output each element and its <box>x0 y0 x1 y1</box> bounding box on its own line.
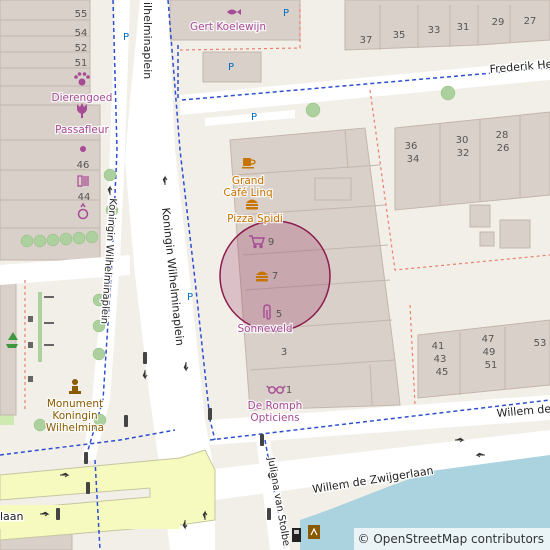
shop-dot-icon <box>80 146 86 152</box>
poi-de-romph-line1: De Romph <box>248 400 303 412</box>
house-number-7: 7 <box>272 271 278 282</box>
house-number-41: 41 <box>432 341 445 352</box>
house-number-55: 55 <box>75 9 88 20</box>
house-number-1: 1 <box>286 385 292 396</box>
poi-de-romph-line2: Opticiens <box>250 412 299 424</box>
house-number-5: 5 <box>276 309 282 320</box>
poi-passafleur: Passafleur <box>55 124 109 136</box>
house-number-51: 51 <box>75 58 88 69</box>
road-secondary-yellow-lower <box>0 505 180 529</box>
street-label-laan: laan <box>0 510 24 523</box>
house-number-9: 9 <box>268 237 274 248</box>
house-number-52: 52 <box>75 43 88 54</box>
house-number-44: 44 <box>78 192 91 203</box>
shop-dark-icon <box>308 525 320 539</box>
house-number-29: 29 <box>492 17 505 28</box>
house-number-51b: 51 <box>485 360 498 371</box>
house-number-45: 45 <box>436 367 449 378</box>
poi-monument-line3: Wilhelmina <box>46 422 104 434</box>
house-number-43: 43 <box>434 354 447 365</box>
poi-sonneveld: Sonneveld <box>237 323 292 335</box>
poi-grand-cafe-line2: Café Linq <box>223 187 272 199</box>
map-canvas[interactable]: P P P P P 55 54 52 51 46 44 37 35 33 31 … <box>0 0 550 550</box>
poi-monument-line2: Koningin <box>52 410 97 422</box>
poi-dierengoed: Dierengoed <box>52 92 113 104</box>
house-number-53: 53 <box>534 338 547 349</box>
house-number-46: 46 <box>77 160 90 171</box>
house-number-54: 54 <box>75 28 88 39</box>
house-number-26: 26 <box>497 143 510 154</box>
house-number-35: 35 <box>393 30 406 41</box>
bus-stop-icon <box>292 528 301 542</box>
poi-grand-cafe-line1: Grand <box>232 175 264 187</box>
building-annex-2 <box>479 231 495 247</box>
house-number-33: 33 <box>428 25 441 36</box>
building-annex-3 <box>499 219 531 249</box>
house-number-30: 30 <box>456 135 469 146</box>
house-number-3: 3 <box>281 347 287 358</box>
building-top-right <box>344 0 550 51</box>
building-annex-4 <box>469 204 491 228</box>
parking-label-3: P <box>228 62 234 73</box>
parking-label-5: P <box>187 292 193 303</box>
building-gert-koelewijn <box>169 0 301 41</box>
parking-label-4: P <box>251 112 257 123</box>
building-annex-1 <box>314 177 352 201</box>
street-label-wilhelminaplein-top: ilhelminaplein <box>141 2 154 79</box>
poi-pizza-spidi: Pizza Spidi <box>227 213 283 225</box>
poi-monument-line1: Monument <box>47 398 103 410</box>
house-number-37: 37 <box>360 35 373 46</box>
house-number-32: 32 <box>457 148 470 159</box>
parking-label-2: P <box>283 8 289 19</box>
house-number-31: 31 <box>457 22 470 33</box>
house-number-49: 49 <box>483 347 496 358</box>
house-number-27: 27 <box>524 16 537 27</box>
parking-label-1: P <box>123 32 129 43</box>
house-number-28: 28 <box>496 130 509 141</box>
house-number-36: 36 <box>405 141 418 152</box>
house-number-47: 47 <box>482 334 495 345</box>
attribution[interactable]: © OpenStreetMap contributors <box>353 528 550 550</box>
house-number-34: 34 <box>407 154 420 165</box>
poi-gert-koelewijn: Gert Koelewijn <box>190 21 266 33</box>
